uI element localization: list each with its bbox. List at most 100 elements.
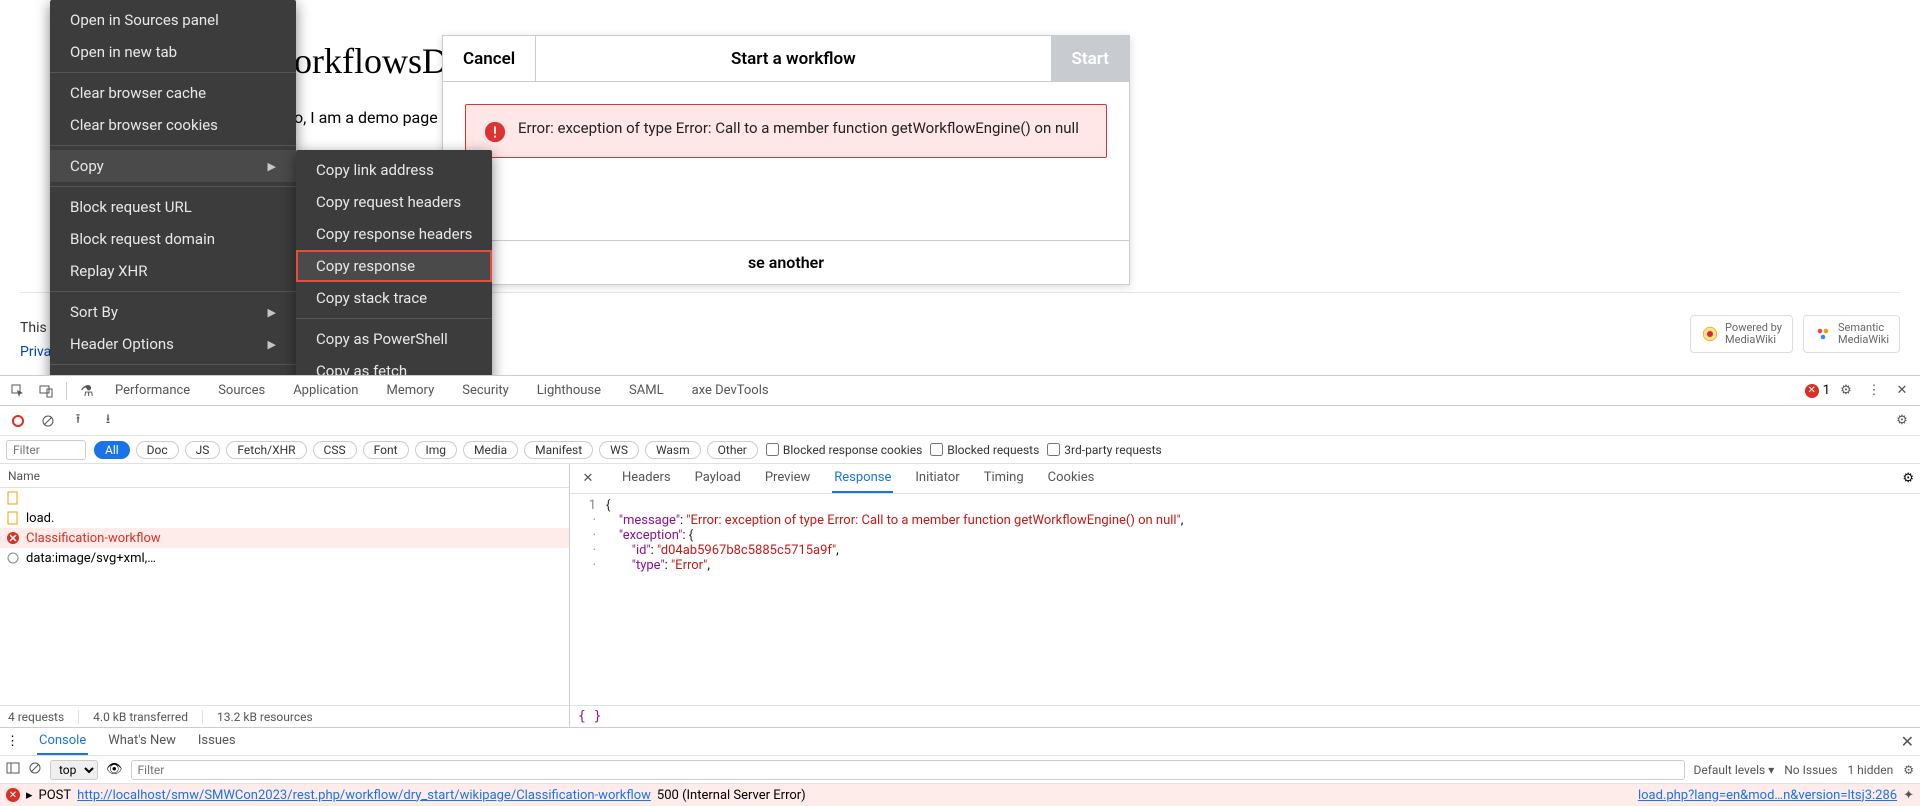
ai-suggest-icon[interactable]: ✦ <box>1903 788 1914 803</box>
pill-fetchxhr[interactable]: Fetch/XHR <box>226 441 306 459</box>
rtab-timing[interactable]: Timing <box>982 464 1026 493</box>
ctx-header-options[interactable]: Header Options▶ <box>50 328 296 360</box>
pill-other[interactable]: Other <box>707 441 758 459</box>
semantic-logo-icon <box>1814 325 1832 343</box>
console-clear-icon[interactable] <box>28 761 42 779</box>
filter-input[interactable] <box>6 440 86 460</box>
close-details-icon[interactable]: ✕ <box>576 467 600 491</box>
code-line: · "exception": { <box>570 528 1920 543</box>
close-drawer-icon[interactable]: ✕ <box>1901 732 1914 751</box>
ctx-open-tab[interactable]: Open in new tab <box>50 36 296 68</box>
ctx-copy-response[interactable]: Copy response <box>296 250 492 282</box>
console-filter-input[interactable] <box>131 760 1686 780</box>
start-button[interactable]: Start <box>1051 36 1129 81</box>
ctx-copy-submenu[interactable]: Copy▶ <box>50 150 296 182</box>
ctx-block-domain[interactable]: Block request domain <box>50 223 296 255</box>
ctx-replay-xhr[interactable]: Replay XHR <box>50 255 296 287</box>
chevron-right-icon: ▶ <box>268 338 276 351</box>
console-error-row[interactable]: ✕ ▸ POST http://localhost/smw/SMWCon2023… <box>0 784 1920 806</box>
response-code-view[interactable]: 1{· "message": "Error: exception of type… <box>570 494 1920 705</box>
tab-axe-devtools[interactable]: axe DevTools <box>680 376 781 405</box>
network-toolbar: ⭱ ⭳ ⚙ <box>0 406 1920 436</box>
log-url[interactable]: http://localhost/smw/SMWCon2023/rest.php… <box>77 788 651 803</box>
device-toggle-icon[interactable] <box>34 379 58 403</box>
chk-3rd-party[interactable]: 3rd-party requests <box>1047 443 1161 457</box>
no-issues-indicator[interactable]: No Issues <box>1784 763 1837 777</box>
pill-ws[interactable]: WS <box>599 441 639 459</box>
ctx-copy-powershell[interactable]: Copy as PowerShell <box>296 323 492 355</box>
export-har-icon[interactable]: ⭳ <box>96 409 120 433</box>
inspect-icon[interactable] <box>6 379 30 403</box>
rtab-cookies[interactable]: Cookies <box>1046 464 1097 493</box>
pill-manifest[interactable]: Manifest <box>524 441 593 459</box>
close-devtools-icon[interactable]: ✕ <box>1890 379 1914 403</box>
ctx-copy-stack[interactable]: Copy stack trace <box>296 282 492 314</box>
drawer-tab-console[interactable]: Console <box>37 728 88 755</box>
tab-security[interactable]: Security <box>450 376 521 405</box>
ctx-block-url[interactable]: Block request URL <box>50 191 296 223</box>
drawer-more-icon[interactable]: ⋮ <box>6 734 19 749</box>
error-icon: ✕ <box>6 788 20 802</box>
rtab-payload[interactable]: Payload <box>693 464 743 493</box>
cancel-button[interactable]: Cancel <box>443 36 536 81</box>
rtab-response[interactable]: Response <box>832 464 893 493</box>
request-row[interactable]: load. <box>0 508 569 528</box>
more-icon[interactable]: ⋮ <box>1862 379 1886 403</box>
network-settings-icon[interactable]: ⚙ <box>1890 409 1914 433</box>
chk-blocked-requests[interactable]: Blocked requests <box>930 443 1039 457</box>
pill-img[interactable]: Img <box>415 441 458 459</box>
pill-wasm[interactable]: Wasm <box>645 441 701 459</box>
tab-performance[interactable]: Performance <box>103 376 202 405</box>
rtab-headers[interactable]: Headers <box>620 464 673 493</box>
rtab-initiator[interactable]: Initiator <box>913 464 961 493</box>
code-line: 1{ <box>570 498 1920 513</box>
ctx-sort-by[interactable]: Sort By▶ <box>50 296 296 328</box>
ctx-open-sources[interactable]: Open in Sources panel <box>50 4 296 36</box>
rtab-preview[interactable]: Preview <box>763 464 812 493</box>
pill-all[interactable]: All <box>94 441 130 459</box>
console-settings-icon[interactable]: ⚙ <box>1903 763 1914 777</box>
levels-dropdown[interactable]: Default levels ▾ <box>1693 763 1774 777</box>
ctx-copy-link[interactable]: Copy link address <box>296 154 492 186</box>
tab-lighthouse[interactable]: Lighthouse <box>525 376 613 405</box>
ctx-copy-resp-headers[interactable]: Copy response headers <box>296 218 492 250</box>
pill-media[interactable]: Media <box>463 441 518 459</box>
drawer-tab-issues[interactable]: Issues <box>196 728 238 755</box>
log-method: POST <box>39 788 72 803</box>
choose-another-button[interactable]: se another <box>443 241 1129 284</box>
mediawiki-badge[interactable]: Powered by MediaWiki <box>1690 315 1793 353</box>
tab-sources[interactable]: Sources <box>206 376 277 405</box>
clear-icon[interactable] <box>36 409 60 433</box>
log-source-link[interactable]: load.php?lang=en&mod…n&version=ltsj3:286 <box>1638 788 1897 803</box>
response-settings-icon[interactable]: ⚙ <box>1902 471 1914 486</box>
ctx-copy-req-headers[interactable]: Copy request headers <box>296 186 492 218</box>
code-braces-toggle[interactable]: { } <box>570 705 1920 727</box>
request-row[interactable]: Classification-workflow <box>0 528 569 548</box>
chk-blocked-cookies[interactable]: Blocked response cookies <box>766 443 922 457</box>
tab-saml[interactable]: SAML <box>617 376 676 405</box>
drawer-tab-whatsnew[interactable]: What's New <box>106 728 178 755</box>
pill-font[interactable]: Font <box>363 441 409 459</box>
error-icon <box>484 121 506 143</box>
tab-memory[interactable]: Memory <box>375 376 447 405</box>
pill-js[interactable]: JS <box>185 441 221 459</box>
request-row[interactable]: data:image/svg+xml,… <box>0 548 569 568</box>
beaker-icon[interactable]: ⚗ <box>75 379 99 403</box>
semantic-badge[interactable]: Semantic MediaWiki <box>1803 315 1900 353</box>
record-icon[interactable] <box>6 409 30 433</box>
request-row[interactable] <box>0 488 569 508</box>
reqlist-column-name[interactable]: Name <box>0 464 569 488</box>
execution-context-select[interactable]: top <box>50 760 98 780</box>
expand-arrow-icon[interactable]: ▸ <box>26 788 33 803</box>
pill-css[interactable]: CSS <box>313 441 357 459</box>
ctx-clear-cache[interactable]: Clear browser cache <box>50 77 296 109</box>
console-sidebar-icon[interactable] <box>6 761 20 779</box>
error-count-badge[interactable]: ✕1 <box>1805 383 1830 398</box>
settings-icon[interactable]: ⚙ <box>1834 379 1858 403</box>
tab-application[interactable]: Application <box>281 376 370 405</box>
pill-doc[interactable]: Doc <box>136 441 179 459</box>
import-har-icon[interactable]: ⭱ <box>66 409 90 433</box>
eye-icon[interactable]: 👁 <box>106 762 123 777</box>
hidden-count[interactable]: 1 hidden <box>1847 763 1893 777</box>
ctx-clear-cookies[interactable]: Clear browser cookies <box>50 109 296 141</box>
